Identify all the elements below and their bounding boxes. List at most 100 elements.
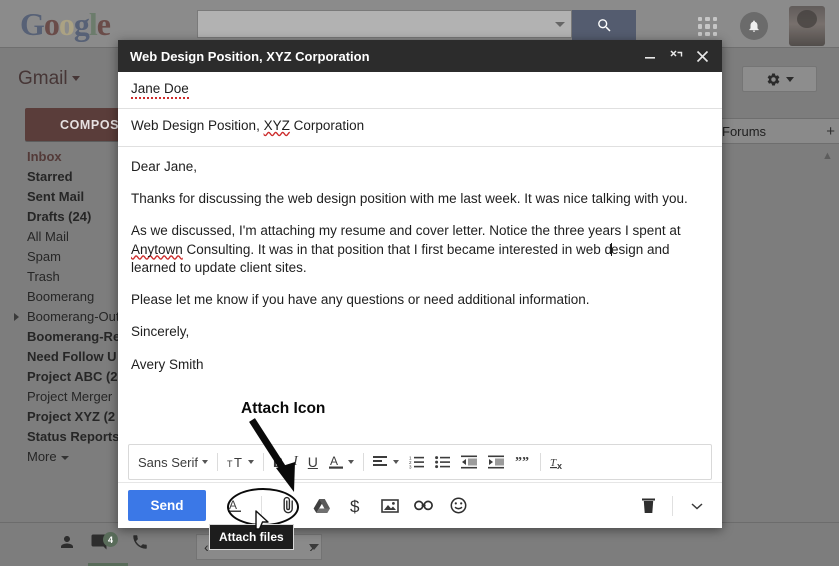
toolbar-divider	[262, 453, 264, 471]
search-icon	[597, 18, 611, 32]
insert-drive-button[interactable]	[307, 491, 337, 521]
message-body[interactable]: Dear Jane, Thanks for discussing the web…	[118, 147, 722, 444]
emoji-icon	[450, 497, 466, 514]
sidebar-item-label: Project XYZ (2	[27, 409, 116, 424]
sidebar-item-label: Drafts (24)	[27, 209, 92, 224]
body-p2-part-b: Consulting. It was in that position that…	[182, 241, 613, 257]
sidebar-item-starred[interactable]: Starred	[0, 167, 120, 187]
sidebar-item-boomerang-ret[interactable]: Boomerang-Ret	[0, 327, 125, 347]
text-size-icon: T T	[227, 455, 242, 470]
sidebar-item-boomerang-out[interactable]: Boomerang-Out	[0, 307, 120, 327]
apps-grid-icon[interactable]	[698, 17, 717, 36]
recipient-field[interactable]: Jane Doe	[118, 72, 722, 109]
minimize-icon	[645, 57, 655, 59]
chat-unread-badge: 4	[103, 532, 118, 547]
google-logo: Google	[20, 6, 111, 42]
indent-less-button[interactable]	[456, 449, 483, 475]
recipient-value: Jane Doe	[131, 81, 189, 99]
font-family-selector[interactable]: Sans Serif	[133, 449, 213, 475]
gmail-brand-menu[interactable]: Gmail	[18, 68, 80, 90]
insert-photo-icon	[381, 498, 399, 513]
svg-text:T: T	[227, 459, 233, 469]
compose-title-bar[interactable]: Web Design Position, XYZ Corporation	[118, 40, 722, 72]
sidebar-item-label: Boomerang-Ret	[27, 329, 125, 344]
chat-collapse-caret-icon[interactable]	[309, 544, 319, 550]
body-paragraph-2: As we discussed, I'm attaching my resume…	[131, 222, 709, 277]
sidebar-item-label: Need Follow U	[27, 349, 117, 364]
sidebar-nav: Inbox Starred Sent Mail Drafts (24) All …	[0, 147, 125, 467]
quote-icon: ””	[515, 455, 529, 469]
align-button[interactable]	[368, 449, 404, 475]
italic-button[interactable]: I	[288, 449, 303, 475]
format-text-icon: A	[228, 498, 241, 512]
numbered-list-button[interactable]: 1 2 3	[404, 449, 430, 475]
trash-icon	[641, 498, 655, 513]
insert-link-button[interactable]	[409, 491, 439, 521]
sidebar-item-inbox[interactable]: Inbox	[0, 147, 120, 167]
sidebar-item-project-xyz[interactable]: Project XYZ (2	[0, 407, 120, 427]
more-options-button[interactable]	[682, 491, 712, 521]
bulleted-list-button[interactable]	[430, 449, 456, 475]
search-button[interactable]	[572, 10, 636, 40]
body-signoff: Sincerely,	[131, 324, 190, 340]
insert-emoji-button[interactable]	[443, 491, 473, 521]
sidebar-item-label: Spam	[27, 249, 61, 264]
sidebar-item-trash[interactable]: Trash	[0, 267, 120, 287]
formatting-options-button[interactable]: A	[220, 491, 250, 521]
compose-close-button[interactable]	[690, 44, 714, 68]
search-input[interactable]	[197, 10, 572, 38]
chevron-down-icon	[201, 460, 208, 464]
sidebar-item-status-reports[interactable]: Status Reports	[0, 427, 120, 447]
sidebar-item-spam[interactable]: Spam	[0, 247, 120, 267]
body-paragraph-3: Please let me know if you have any quest…	[131, 292, 590, 308]
insert-money-button[interactable]: $	[341, 491, 371, 521]
fullscreen-icon	[669, 49, 682, 57]
send-button[interactable]: Send	[128, 490, 206, 521]
font-size-button[interactable]: T T	[222, 449, 259, 475]
chat-contacts-button[interactable]	[58, 533, 76, 556]
underline-button[interactable]: U	[303, 449, 323, 475]
add-tab-button[interactable]: +	[826, 124, 835, 139]
expander-arrow-icon[interactable]	[14, 313, 19, 321]
sidebar-item-drafts[interactable]: Drafts (24)	[0, 207, 120, 227]
gear-icon	[767, 72, 779, 85]
indent-more-button[interactable]	[483, 449, 510, 475]
sidebar-item-project-merger[interactable]: Project Merger	[0, 387, 120, 407]
toolbar-divider	[539, 453, 541, 471]
chevron-down-icon	[691, 502, 703, 510]
insert-photo-button[interactable]	[375, 491, 405, 521]
sidebar-item-boomerang[interactable]: Boomerang	[0, 287, 120, 307]
compose-fullscreen-button[interactable]	[664, 44, 688, 68]
pager-prev-button[interactable]: ‹	[204, 539, 209, 555]
settings-button[interactable]	[742, 66, 817, 92]
compose-minimize-button[interactable]	[638, 44, 662, 68]
indent-more-icon	[487, 455, 504, 469]
logo-letter: l	[88, 6, 98, 42]
sidebar-item-sent-mail[interactable]: Sent Mail	[0, 187, 120, 207]
phone-icon	[133, 535, 147, 549]
sidebar-item-all-mail[interactable]: All Mail	[0, 227, 120, 247]
svg-text:A: A	[330, 454, 338, 468]
sidebar-item-need-follow-up[interactable]: Need Follow U	[0, 347, 120, 367]
bold-button[interactable]: B	[268, 449, 288, 475]
sidebar-item-more[interactable]: More	[0, 447, 120, 467]
search-options-caret-icon[interactable]	[555, 22, 565, 27]
bell-icon	[749, 20, 759, 32]
svg-text:x: x	[557, 461, 562, 470]
text-color-button[interactable]: A	[323, 449, 359, 475]
remove-formatting-button[interactable]: T x	[545, 449, 573, 475]
avatar[interactable]	[789, 6, 825, 46]
logo-letter: o	[58, 6, 75, 42]
toolbar-divider	[261, 495, 262, 516]
subject-field[interactable]: Web Design Position, XYZ Corporation	[118, 109, 722, 147]
chat-call-button[interactable]	[131, 533, 149, 556]
svg-text:A: A	[229, 498, 237, 512]
attach-files-button[interactable]	[273, 491, 303, 521]
svg-text:$: $	[350, 497, 360, 515]
notifications-button[interactable]	[740, 12, 768, 40]
quote-button[interactable]: ””	[510, 449, 536, 475]
sidebar-item-project-abc[interactable]: Project ABC (2	[0, 367, 120, 387]
compose-tools: A $	[220, 491, 473, 521]
scrollbar-up-arrow[interactable]: ▲	[822, 150, 833, 162]
discard-draft-button[interactable]	[633, 491, 663, 521]
